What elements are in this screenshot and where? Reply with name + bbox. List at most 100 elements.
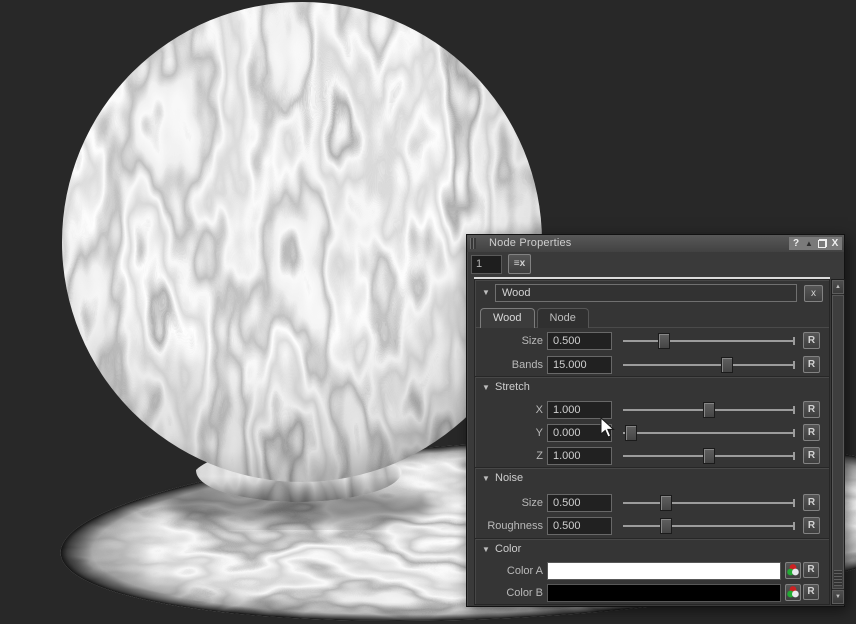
bands-slider[interactable] [621,356,797,374]
section-label: Stretch [495,381,530,393]
remove-node-button[interactable]: x [804,285,823,302]
panel-scrollbar[interactable]: ▲ ▼ [831,279,845,605]
param-row-size: Size 0.500 R [475,332,829,351]
slider-track[interactable] [623,502,795,504]
param-row-bands: Bands 15.000 R [475,356,829,375]
noise-size-slider[interactable] [621,494,797,512]
param-row-roughness: Roughness 0.500 R [475,517,829,536]
window-titlebar[interactable]: Node Properties ? ▲ X [467,235,844,252]
slider-handle[interactable] [660,518,672,534]
stretch-z-slider[interactable] [621,447,797,465]
collapse-triangle-icon[interactable]: ▼ [482,474,490,483]
tab-wood[interactable]: Wood [480,308,535,328]
param-label: Size [475,335,543,347]
tab-node[interactable]: Node [537,308,589,328]
node-filter-button[interactable]: ≡x [508,254,531,274]
param-row-noise-size: Size 0.500 R [475,494,829,513]
scroll-down-icon[interactable]: ▼ [832,590,844,604]
param-label: Bands [475,359,543,371]
stretch-z-value-field[interactable]: 1.000 [547,447,612,465]
slider-end-tick [793,406,795,414]
overlapping-squares-icon [818,239,827,248]
param-label: Color B [475,587,543,599]
node-header-row: ▼ Wood x [475,284,829,304]
section-label: Noise [495,472,523,484]
size-slider[interactable] [621,332,797,350]
param-label: Roughness [475,520,543,532]
reset-button[interactable]: R [803,494,820,511]
section-divider [475,538,829,540]
noise-size-value-field[interactable]: 0.500 [547,494,612,512]
scrollbar-grip [834,570,842,586]
scrollbar-thumb[interactable] [832,295,844,589]
stretch-section-header[interactable]: ▼ Stretch [475,380,829,396]
param-label: Color A [475,565,543,577]
slider-track[interactable] [623,432,795,434]
rgb-circles-icon [786,585,800,599]
stretch-x-slider[interactable] [621,401,797,419]
reset-button[interactable]: R [803,332,820,349]
help-icon[interactable]: ? [790,237,802,250]
window-title: Node Properties [489,237,572,249]
reset-button[interactable]: R [803,356,820,373]
slider-end-tick [793,361,795,369]
node-properties-content: ▼ Wood x Wood Node Size 0.500 R Bands 15… [474,279,830,605]
color-picker-button[interactable] [785,562,801,579]
tab-bar: Wood Node [480,308,589,328]
slider-track[interactable] [623,340,795,342]
rollup-icon[interactable]: ▲ [803,237,815,250]
reset-button[interactable]: R [803,447,820,464]
scroll-up-icon[interactable]: ▲ [832,280,844,294]
mouse-cursor [600,417,620,444]
float-icon[interactable] [816,237,828,250]
noise-section-header[interactable]: ▼ Noise [475,471,829,487]
slider-handle[interactable] [625,425,637,441]
node-properties-window: Node Properties ? ▲ X 1 ≡x ▼ Wood x Wood… [466,234,845,607]
roughness-value-field[interactable]: 0.500 [547,517,612,535]
color-b-swatch[interactable] [547,584,781,602]
close-icon[interactable]: X [829,237,841,250]
slider-end-tick [793,429,795,437]
color-picker-button[interactable] [785,584,801,601]
section-divider [475,467,829,469]
param-label: Z [475,450,543,462]
reset-button[interactable]: R [803,584,819,600]
color-a-swatch[interactable] [547,562,781,580]
collapse-triangle-icon[interactable]: ▼ [482,545,490,554]
slider-track[interactable] [623,364,795,366]
titlebar-buttons: ? ▲ X [789,237,842,250]
reset-button[interactable]: R [803,517,820,534]
section-label: Color [495,543,521,555]
collapse-triangle-icon[interactable]: ▼ [482,383,490,392]
collapse-triangle-icon[interactable]: ▼ [482,288,490,297]
param-row-stretch-x: X 1.000 R [475,401,829,420]
param-row-stretch-z: Z 1.000 R [475,447,829,466]
node-index-field[interactable]: 1 [471,255,502,274]
slider-handle[interactable] [703,448,715,464]
param-label: X [475,404,543,416]
param-label: Size [475,497,543,509]
titlebar-grip[interactable] [470,238,476,249]
slider-track[interactable] [623,525,795,527]
slider-end-tick [793,522,795,530]
reset-button[interactable]: R [803,424,820,441]
param-row-stretch-y: Y 0.000 R [475,424,829,443]
node-name-field[interactable]: Wood [495,284,797,302]
slider-handle[interactable] [658,333,670,349]
slider-handle[interactable] [660,495,672,511]
param-row-color-a: Color A R [475,562,829,581]
slider-handle[interactable] [721,357,733,373]
slider-end-tick [793,452,795,460]
size-value-field[interactable]: 0.500 [547,332,612,350]
roughness-slider[interactable] [621,517,797,535]
bands-value-field[interactable]: 15.000 [547,356,612,374]
stretch-y-slider[interactable] [621,424,797,442]
slider-handle[interactable] [703,402,715,418]
reset-button[interactable]: R [803,562,819,578]
slider-end-tick [793,499,795,507]
reset-button[interactable]: R [803,401,820,418]
param-label: Y [475,427,543,439]
section-divider [475,376,829,378]
color-section-header[interactable]: ▼ Color [475,542,829,558]
param-row-color-b: Color B R [475,584,829,603]
